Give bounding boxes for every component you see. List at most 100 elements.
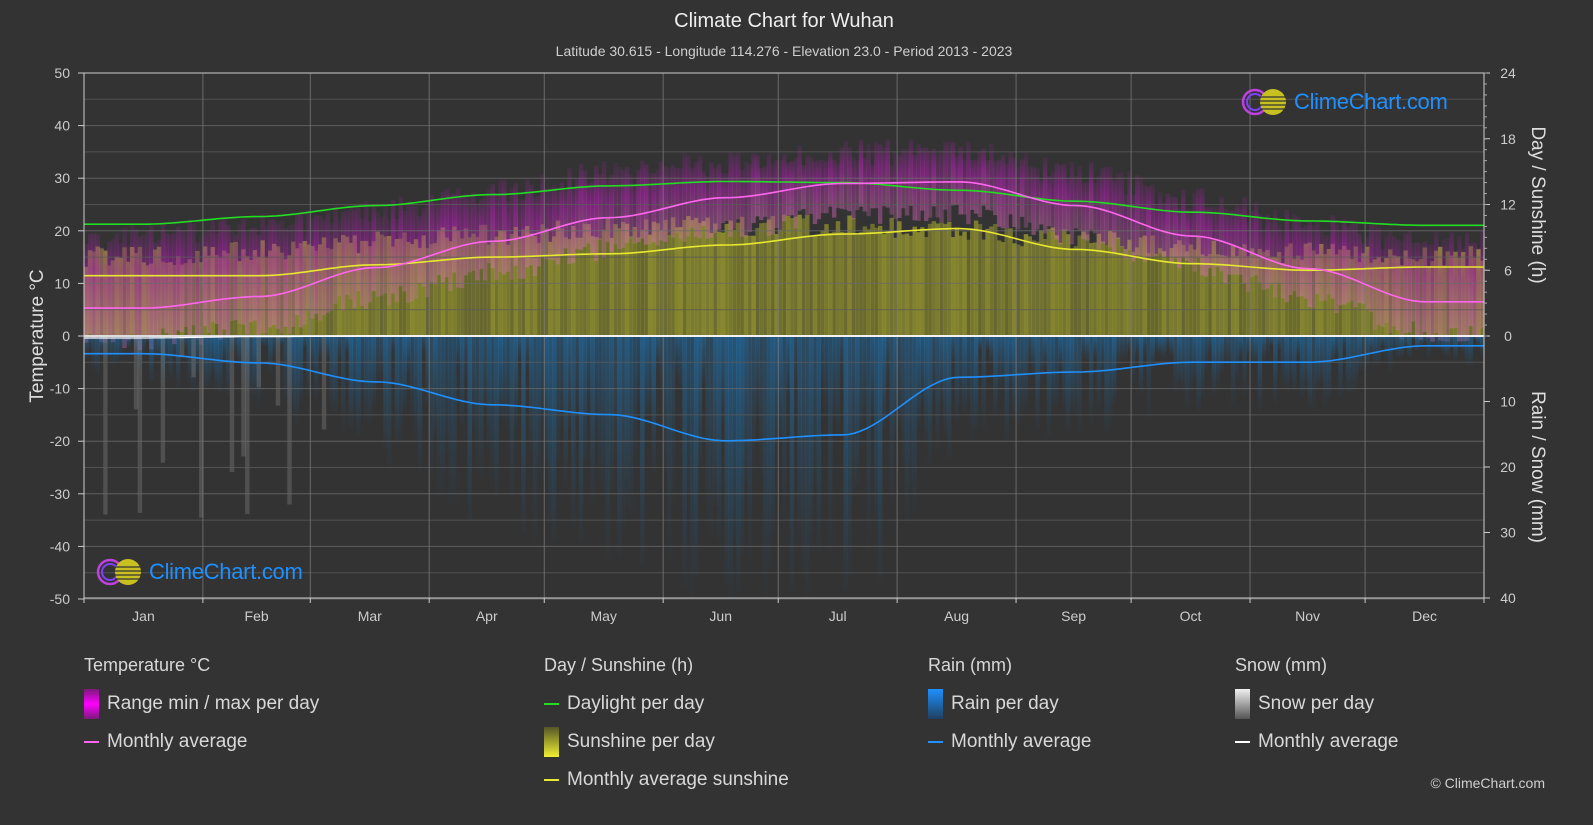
logo-top-right[interactable]: ClimeChart.com bbox=[1240, 87, 1448, 117]
rain-day-bar bbox=[931, 336, 937, 403]
left-tick-label: 0 bbox=[62, 328, 70, 344]
temp-range-day-bar bbox=[824, 161, 829, 214]
sunshine-day-bar bbox=[851, 217, 856, 336]
rain-day-bar bbox=[1019, 336, 1025, 415]
rain-day-bar bbox=[613, 336, 618, 467]
rain-day-bar bbox=[264, 336, 269, 348]
sunshine-day-bar bbox=[866, 229, 871, 336]
temp-range-day-bar bbox=[835, 163, 841, 208]
sunshine-day-bar bbox=[578, 237, 584, 336]
temp-range-day-bar bbox=[505, 201, 511, 272]
rain-day-bar bbox=[1058, 336, 1063, 371]
rain-day-bar bbox=[824, 336, 829, 416]
temp-range-day-bar bbox=[770, 163, 776, 235]
rain-day-bar bbox=[268, 336, 273, 372]
legend-item-temp-range: Range min / max per day bbox=[84, 689, 319, 719]
temp-range-day-bar bbox=[544, 187, 549, 260]
sunshine-day-bar bbox=[674, 227, 680, 336]
temp-range-day-bar bbox=[728, 152, 733, 237]
temp-range-day-bar bbox=[682, 153, 687, 242]
rain-day-bar bbox=[1238, 336, 1243, 357]
legend-item-snow-bar: Snow per day bbox=[1235, 689, 1398, 719]
temp-range-day-bar bbox=[1177, 207, 1182, 268]
sunshine-day-bar bbox=[759, 223, 764, 336]
temp-range-day-bar bbox=[364, 201, 369, 309]
temp-range-day-bar bbox=[816, 159, 822, 220]
rain-day-bar bbox=[808, 336, 814, 549]
temp-range-day-bar bbox=[333, 204, 338, 304]
rain-day-bar bbox=[406, 336, 411, 375]
temp-range-day-bar bbox=[1311, 225, 1316, 309]
rain-day-bar bbox=[505, 336, 511, 427]
sunshine-day-bar bbox=[966, 239, 971, 336]
temp-range-day-bar bbox=[1460, 248, 1466, 342]
temp-range-day-bar bbox=[402, 211, 407, 292]
rain-day-bar bbox=[835, 336, 841, 437]
rain-day-bar bbox=[1437, 336, 1443, 350]
rain-day-bar bbox=[970, 336, 975, 440]
temp-range-day-bar bbox=[866, 143, 871, 217]
legend-item-temp-avg: Monthly average bbox=[84, 731, 319, 753]
temp-range-day-bar bbox=[394, 219, 400, 302]
snow-swatch-icon bbox=[1235, 689, 1250, 719]
rain-day-bar bbox=[1138, 336, 1144, 394]
sunshine-day-bar bbox=[835, 221, 841, 336]
temp-range-day-bar bbox=[851, 157, 856, 220]
temp-range-day-bar bbox=[421, 208, 426, 287]
temp-range-day-bar bbox=[755, 154, 760, 217]
rain-day-bar bbox=[900, 336, 906, 466]
temp-range-day-bar bbox=[210, 220, 216, 323]
temp-range-day-bar bbox=[486, 188, 492, 264]
temp-range-day-bar bbox=[168, 234, 173, 337]
sunshine-day-bar bbox=[812, 235, 818, 336]
temp-range-day-bar bbox=[1441, 239, 1447, 342]
temp-range-day-bar bbox=[1319, 230, 1324, 302]
rain-day-bar bbox=[851, 336, 856, 498]
rain-day-bar bbox=[640, 336, 645, 566]
rain-day-bar bbox=[360, 336, 365, 401]
rain-day-bar bbox=[413, 336, 419, 437]
rain-day-bar bbox=[1157, 336, 1163, 355]
temp-range-day-bar bbox=[1000, 154, 1006, 229]
rain-day-bar bbox=[95, 336, 100, 376]
rain-day-bar bbox=[1031, 336, 1036, 374]
temp-range-day-bar bbox=[99, 246, 104, 343]
temp-range-day-bar bbox=[812, 161, 818, 225]
temp-range-day-bar bbox=[889, 165, 894, 215]
temp-range-day-bar bbox=[1238, 206, 1243, 275]
temp-range-day-bar bbox=[202, 232, 208, 327]
left-tick-label: 30 bbox=[54, 170, 70, 186]
rain-day-bar bbox=[724, 336, 729, 585]
rain-day-bar bbox=[1257, 336, 1263, 412]
temp-range-day-bar bbox=[1273, 209, 1278, 298]
temp-range-day-bar bbox=[218, 220, 223, 340]
rain-day-bar bbox=[187, 336, 192, 385]
sunshine-day-bar bbox=[747, 235, 752, 336]
rain-day-bar bbox=[1115, 336, 1121, 365]
logo-bottom-left[interactable]: ClimeChart.com bbox=[95, 557, 303, 587]
temp-range-day-bar bbox=[1146, 186, 1151, 257]
temp-range-day-bar bbox=[1342, 219, 1347, 305]
rain-day-bar bbox=[1464, 336, 1470, 366]
rain-day-bar bbox=[785, 336, 791, 394]
legend-label: Daylight per day bbox=[567, 693, 705, 714]
temp-range-day-bar bbox=[206, 230, 212, 334]
sunshine-day-bar bbox=[1077, 235, 1082, 336]
rain-day-bar bbox=[1188, 336, 1194, 392]
rain-day-bar bbox=[294, 336, 300, 424]
rain-day-bar bbox=[536, 336, 542, 473]
rain-day-bar bbox=[1196, 336, 1201, 412]
rain-day-bar bbox=[1250, 336, 1255, 364]
rain-day-bar bbox=[164, 336, 169, 365]
rain-day-bar bbox=[1219, 336, 1224, 374]
temp-range-day-bar bbox=[989, 143, 994, 211]
temp-range-day-bar bbox=[1414, 242, 1420, 338]
rain-day-bar bbox=[736, 336, 741, 592]
rain-day-bar bbox=[743, 336, 749, 485]
temp-range-day-bar bbox=[222, 218, 227, 330]
left-axis-title: Temperature °C bbox=[27, 269, 48, 402]
sunshine-day-bar bbox=[981, 239, 986, 336]
sunshine-day-bar bbox=[678, 227, 683, 336]
rain-day-bar bbox=[916, 336, 921, 426]
temp-range-day-bar bbox=[1219, 196, 1224, 272]
